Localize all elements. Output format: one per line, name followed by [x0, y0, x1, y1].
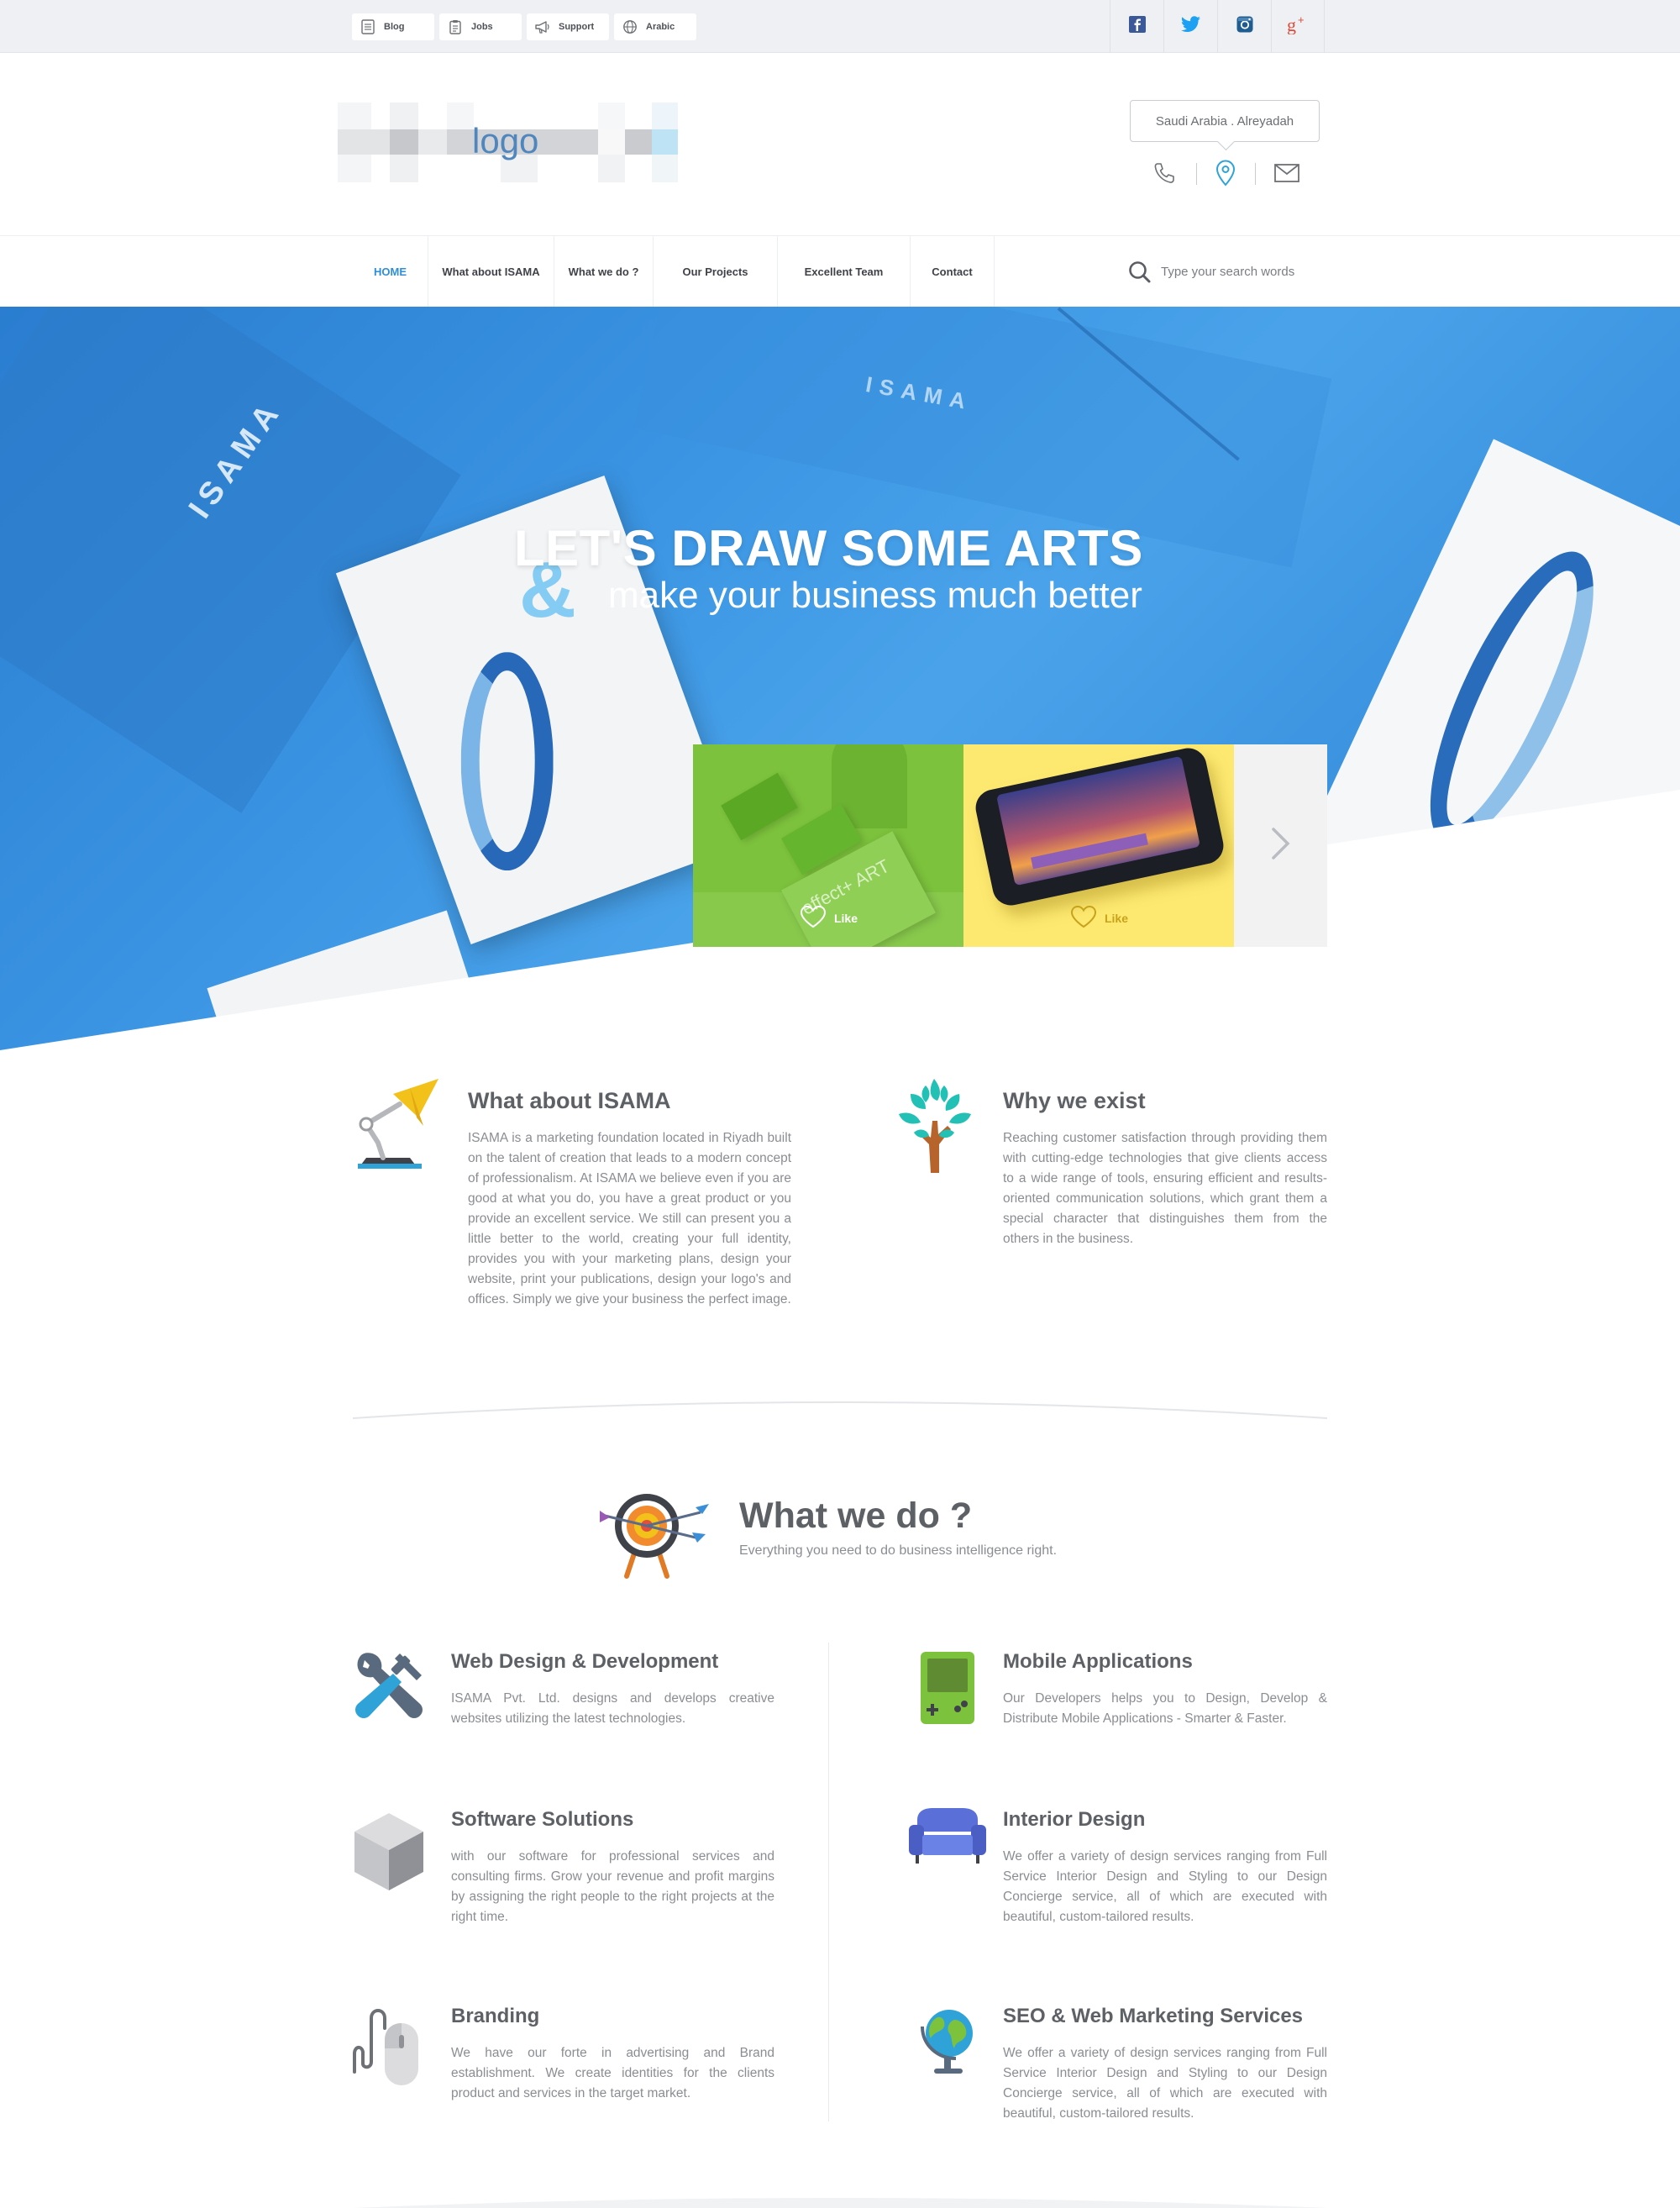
service-text: We offer a variety of design services ra…: [1003, 2046, 1327, 2121]
facebook-icon: [1128, 15, 1147, 38]
mail-icon[interactable]: [1272, 158, 1302, 188]
why-we-exist-title: Why we exist: [1003, 1088, 1146, 1113]
about-isama-text: ISAMA is a marketing foundation located …: [468, 1131, 791, 1306]
service-title: SEO & Web Marketing Services: [1003, 2005, 1304, 2027]
service-title: Mobile Applications: [1003, 1650, 1193, 1673]
location-pin-icon[interactable]: [1210, 158, 1241, 188]
nav-label: HOME: [374, 265, 407, 278]
service-title: Software Solutions: [451, 1808, 634, 1831]
service-text: with our software for professional servi…: [451, 1849, 774, 1924]
logo[interactable]: logo: [338, 103, 678, 182]
mouse-icon: [348, 2005, 432, 2093]
nav-home[interactable]: HOME: [353, 236, 428, 308]
nav-excellent-team[interactable]: Excellent Team: [778, 236, 911, 308]
desk-lamp-icon: [349, 1074, 442, 1179]
project-slider: effect+ ART Like Like: [693, 744, 1327, 947]
heart-icon: [1069, 904, 1098, 932]
contact-divider: [1255, 163, 1256, 185]
tree-icon: [892, 1074, 976, 1179]
like-label: Like: [1104, 911, 1128, 925]
service-title: Interior Design: [1003, 1808, 1146, 1831]
globe-icon: [916, 2001, 983, 2081]
nav-label: Our Projects: [682, 265, 748, 278]
section-divider: [353, 1401, 1327, 1419]
svg-text:g: g: [1287, 14, 1296, 34]
top-link-support[interactable]: Support: [527, 13, 609, 40]
project-slide[interactable]: effect+ ART Like: [693, 744, 963, 947]
phone-icon[interactable]: [1149, 158, 1179, 188]
google-plus-link[interactable]: g +: [1271, 0, 1325, 53]
top-link-label: Blog: [384, 22, 405, 32]
instagram-link[interactable]: [1217, 0, 1271, 53]
target-icon: [598, 1479, 716, 1584]
service-title: Branding: [451, 2005, 540, 2027]
top-link-blog[interactable]: Blog: [352, 13, 434, 40]
twitter-icon: [1180, 15, 1202, 38]
top-bar: Blog Jobs Support Arabic g +: [0, 0, 1680, 53]
like-label: Like: [833, 911, 858, 925]
search-icon[interactable]: [1127, 260, 1152, 289]
gameboy-icon: [919, 1650, 978, 1730]
service-text: Our Developers helps you to Design, Deve…: [1003, 1691, 1327, 1726]
search-input[interactable]: [1161, 261, 1312, 281]
globe-icon: [614, 19, 646, 34]
cube-icon: [351, 1810, 427, 1898]
chevron-right-icon: [1270, 826, 1292, 865]
nav-what-we-do[interactable]: What we do ?: [554, 236, 654, 308]
why-we-exist-text: Reaching customer satisfaction through p…: [1003, 1131, 1327, 1246]
project-slide[interactable]: Like: [963, 744, 1234, 947]
hero-subtitle: make your business much better: [608, 575, 1142, 616]
nav-what-about-isama[interactable]: What about ISAMA: [428, 236, 554, 308]
service-title: Web Design & Development: [451, 1650, 719, 1673]
top-link-label: Arabic: [646, 22, 675, 32]
services-divider: [828, 1643, 829, 2121]
twitter-link[interactable]: [1163, 0, 1217, 53]
tools-icon: [349, 1648, 427, 1730]
nav-label: What about ISAMA: [442, 265, 540, 278]
top-link-jobs[interactable]: Jobs: [439, 13, 522, 40]
service-text: ISAMA Pvt. Ltd. designs and develops cre…: [451, 1691, 774, 1726]
about-isama-title: What about ISAMA: [468, 1088, 671, 1113]
location-text: Saudi Arabia . Alreyadah: [1155, 113, 1294, 129]
location-tooltip: Saudi Arabia . Alreyadah: [1130, 100, 1320, 142]
logo-text: logo: [472, 121, 539, 160]
top-link-label: Jobs: [471, 22, 493, 32]
nav-label: Contact: [932, 265, 973, 278]
nav-contact[interactable]: Contact: [911, 236, 995, 308]
facebook-link[interactable]: [1110, 0, 1163, 53]
document-icon: [352, 19, 384, 34]
megaphone-icon: [527, 19, 559, 34]
slider-next-button[interactable]: [1234, 744, 1327, 947]
instagram-icon: [1236, 15, 1254, 38]
svg-text:+: +: [1298, 14, 1305, 26]
contact-divider: [1196, 163, 1197, 185]
nav-label: What we do ?: [568, 265, 639, 278]
main-nav: HOME What about ISAMA What we do ? Our P…: [0, 235, 1680, 308]
sofa-icon: [907, 1805, 988, 1869]
hero-title: LET'S DRAW SOME ARTS: [514, 520, 1143, 576]
nav-label: Excellent Team: [804, 265, 884, 278]
top-link-arabic[interactable]: Arabic: [614, 13, 696, 40]
google-plus-icon: g +: [1286, 13, 1310, 39]
service-text: We have our forte in advertising and Bra…: [451, 2046, 774, 2100]
clipboard-icon: [439, 19, 471, 34]
nav-our-projects[interactable]: Our Projects: [654, 236, 778, 308]
like-button[interactable]: Like: [963, 904, 1234, 932]
what-we-do-subtitle: Everything you need to do business intel…: [739, 1543, 1058, 1558]
top-link-label: Support: [559, 22, 595, 32]
service-text: We offer a variety of design services ra…: [1003, 1849, 1327, 1924]
heart-icon: [799, 904, 827, 932]
bottom-divider: [353, 2198, 1327, 2208]
what-we-do-title: What we do ?: [739, 1496, 973, 1536]
like-button[interactable]: Like: [693, 904, 963, 932]
